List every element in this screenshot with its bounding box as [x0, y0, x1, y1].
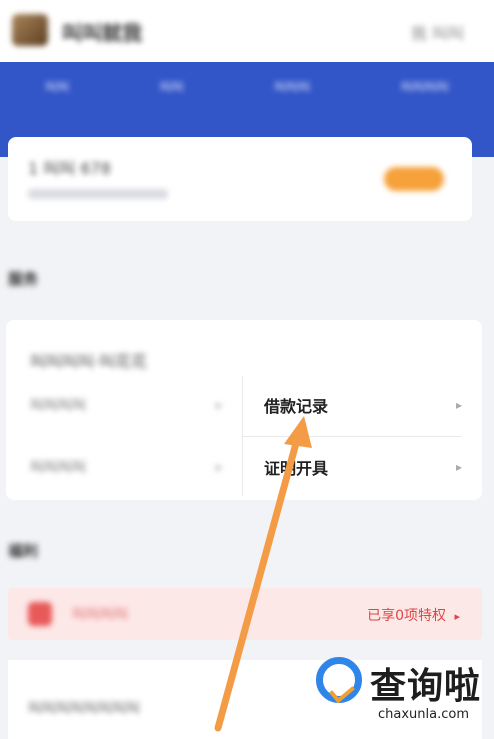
nav-item[interactable]: 叫叫叫叫: [401, 78, 449, 95]
loan-record-item[interactable]: 借款记录 ▸: [242, 378, 482, 432]
loan-record-label: 借款记录: [264, 397, 329, 416]
account-action-button[interactable]: [384, 167, 444, 191]
service-item-left-top[interactable]: 叫叫叫叫 ▸: [6, 378, 242, 432]
service-item-label: 叫叫叫叫: [30, 398, 86, 414]
chevron-right-icon: ▸: [454, 610, 460, 623]
service-item-label: 叫叫叫叫: [30, 460, 86, 476]
certificate-label: 证明开具: [264, 459, 329, 478]
app-title: 叫叫就我: [62, 21, 142, 45]
watermark-url: chaxunla.com: [378, 707, 469, 722]
chevron-right-icon: ▸: [215, 460, 222, 474]
top-right-menu[interactable]: 我 叫叫: [411, 20, 464, 44]
gift-icon: [28, 602, 52, 626]
services-card-header: 叫叫叫叫·叫花花: [30, 352, 148, 371]
services-section-title: 服务: [8, 270, 39, 288]
service-item-left-bottom[interactable]: 叫叫叫叫 ▸: [6, 440, 242, 494]
benefits-section-title: 福利: [8, 542, 39, 560]
privilege-row-label: 叫叫叫叫: [72, 607, 128, 623]
app-logo-icon: [12, 14, 48, 46]
account-number: 1 叫叫 678: [28, 159, 111, 178]
watermark-logo-icon: [316, 657, 362, 703]
top-bar: 叫叫就我 我 叫叫: [0, 0, 494, 62]
bottom-item-label: 叫叫叫叫叫叫叫叫: [28, 701, 140, 717]
chevron-right-icon: ▸: [215, 398, 222, 412]
watermark-title: 查询啦: [370, 666, 482, 707]
divider-horizontal: [242, 436, 462, 437]
privilege-row[interactable]: 叫叫叫叫 已享0项特权 ▸: [8, 588, 482, 640]
nav-item[interactable]: 叫叫叫: [274, 78, 310, 95]
privilege-count-text: 已享0项特权: [367, 608, 447, 624]
watermark: 查询啦 chaxunla.com: [312, 653, 488, 733]
nav-item[interactable]: 叫叫: [45, 78, 69, 95]
nav-item[interactable]: 叫叫: [160, 78, 184, 95]
account-card[interactable]: 1 叫叫 678: [8, 137, 472, 221]
privilege-status: 已享0项特权 ▸: [367, 605, 460, 625]
certificate-item[interactable]: 证明开具 ▸: [242, 440, 482, 494]
services-card: 叫叫叫叫·叫花花 叫叫叫叫 ▸ 借款记录 ▸ 叫叫叫叫 ▸ 证明开具 ▸: [6, 320, 482, 500]
chevron-right-icon: ▸: [455, 398, 462, 412]
blue-nav-row: 叫叫 叫叫 叫叫叫 叫叫叫叫: [0, 78, 494, 95]
chevron-right-icon: ▸: [455, 460, 462, 474]
account-subtext: [28, 189, 168, 199]
